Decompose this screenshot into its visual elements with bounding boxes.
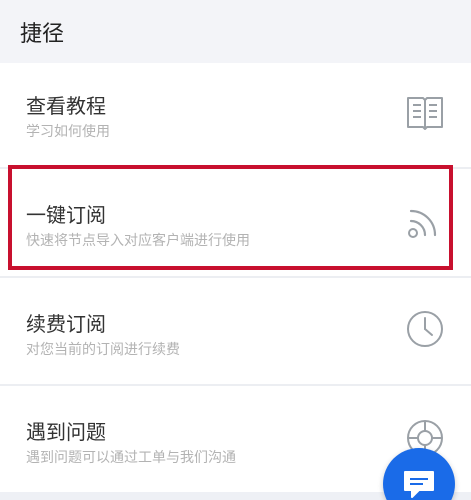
item-title: 遇到问题 [26, 420, 106, 444]
clock-icon [405, 309, 445, 349]
header: 捷径 [0, 0, 471, 63]
item-title: 续费订阅 [26, 312, 106, 336]
chat-icon [404, 471, 434, 498]
shortcut-item-renew[interactable]: 续费订阅 对您当前的订阅进行续费 [0, 278, 471, 383]
item-desc: 遇到问题可以通过工单与我们沟通 [26, 450, 236, 466]
shortcuts-screen: 捷径 查看教程 学习如何使用 一键订阅 快速将节点导入对应客户端进行使用 续费订… [0, 0, 471, 500]
item-desc: 学习如何使用 [26, 124, 110, 140]
shortcut-item-tutorial[interactable]: 查看教程 学习如何使用 [0, 63, 471, 168]
item-title: 查看教程 [26, 94, 106, 118]
highlight-box [8, 165, 453, 270]
item-desc: 对您当前的订阅进行续费 [26, 342, 180, 358]
book-icon [405, 91, 445, 131]
page-title: 捷径 [20, 21, 65, 47]
